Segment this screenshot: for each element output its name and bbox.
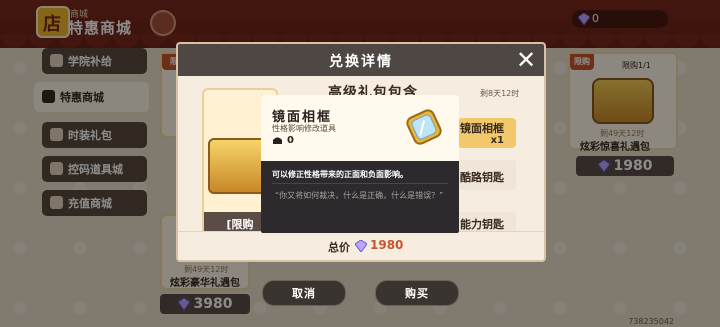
inventory-icon — [273, 137, 282, 144]
pack-item-row[interactable]: 镜面相框 x1 — [458, 118, 516, 148]
total-price-bar: 总价 1980 — [178, 231, 544, 260]
modal-header: 兑换详情 ✕ — [178, 44, 544, 76]
mirror-frame-icon — [406, 109, 442, 145]
divider — [272, 183, 448, 184]
buy-button[interactable]: 购买 — [375, 280, 459, 306]
tooltip-description: 可以修正性格带来的正面和负面影响。 — [272, 170, 408, 179]
item-tooltip: 镜面相框 性格影响修改道具 0 可以修正性格带来的正面和负面影响。 “你又将如何… — [261, 95, 459, 233]
tooltip-item-type: 性格影响修改道具 — [272, 124, 336, 133]
tooltip-header: 镜面相框 性格影响修改道具 0 — [261, 95, 459, 161]
item-name: 能力钥匙 — [460, 218, 504, 231]
close-icon[interactable]: ✕ — [514, 48, 538, 72]
item-name: 酷路钥匙 — [460, 171, 504, 184]
pack-item-row[interactable]: 酷路钥匙 — [458, 160, 516, 190]
modal-title: 兑换详情 — [329, 54, 393, 70]
time-remaining: 剩8天12时 — [480, 89, 520, 98]
total-label: 总价 — [328, 241, 350, 254]
total-price: 1980 — [370, 238, 404, 252]
gem-icon — [355, 240, 367, 252]
cancel-button[interactable]: 取消 — [262, 280, 346, 306]
item-qty: x1 — [490, 135, 504, 146]
owned-count: 0 — [287, 135, 294, 146]
item-name: 镜面相框 — [460, 122, 504, 135]
tooltip-quote: “你又将如何裁决，什么是正确，什么是错误？” — [275, 191, 444, 200]
